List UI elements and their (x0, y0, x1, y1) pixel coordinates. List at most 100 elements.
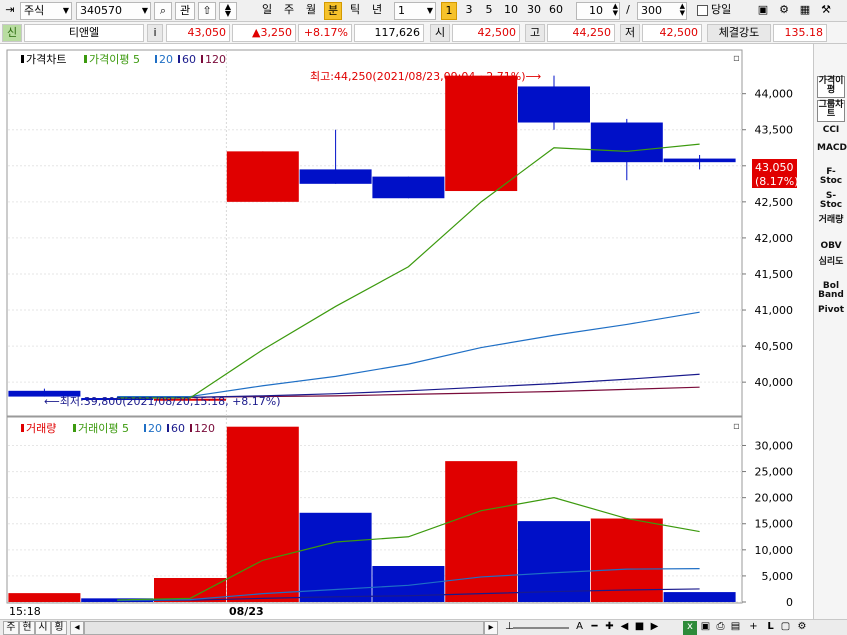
total-input[interactable]: 300 ▲ ▼ (637, 2, 687, 20)
config-icon[interactable]: ⚙ (795, 621, 809, 635)
go-first-icon[interactable]: ◀ (618, 621, 631, 635)
tools-icon[interactable]: ⚒ (817, 2, 835, 20)
count-value: 10 (589, 4, 603, 17)
indicator-pivot[interactable]: Pivot (817, 306, 845, 318)
text-tool-icon[interactable]: ▢ (779, 621, 792, 635)
chevron-down-icon: ▼ (426, 6, 433, 15)
period-tick[interactable]: 틱 (346, 2, 364, 20)
volume-tick-label: 5,000 (762, 570, 794, 583)
open-value: 42,500 (452, 24, 520, 42)
interval-5-button[interactable]: 5 (481, 2, 497, 20)
indicator-price-ma[interactable]: 가격이평 (817, 76, 845, 98)
interval-3-button[interactable]: 3 (461, 2, 477, 20)
period-week[interactable]: 주 (280, 2, 298, 20)
price-tick-label: 41,500 (755, 268, 794, 281)
indicator-icon[interactable]: ▦ (796, 2, 814, 20)
legend-volume-ma60: 60 (171, 422, 185, 435)
zoom-slider[interactable]: ⊥ (503, 621, 571, 635)
period-year[interactable]: 년 (368, 2, 386, 20)
strength-value: 135.18 (773, 24, 827, 42)
indicator-f-stoc[interactable]: F-Stoc (817, 168, 845, 188)
price-tick-label: 44,000 (755, 88, 794, 101)
chart-icon[interactable]: ▤ (729, 621, 742, 635)
period-minute[interactable]: 분 (324, 2, 342, 20)
indicator-s-stoc[interactable]: S-Stoc (817, 192, 845, 212)
info-button[interactable]: i (147, 24, 163, 42)
tab-ju[interactable]: 주 (3, 621, 19, 635)
indicator-macd[interactable]: MACD (817, 144, 847, 164)
candle-body (299, 169, 372, 184)
volume-tick-label: 15,000 (755, 518, 794, 531)
scroll-left-icon[interactable]: ◂ (70, 621, 84, 635)
current-price: 43,050 (166, 24, 230, 42)
volume-bar (445, 461, 518, 602)
market-select[interactable]: 주식 ▼ (20, 2, 72, 20)
indicator-psychology[interactable]: 심리도 (817, 258, 845, 280)
interval-select[interactable]: 1 ▼ (394, 2, 436, 20)
price-pane-close-icon[interactable]: ▫ (733, 53, 740, 64)
stock-code-value: 340570 (80, 4, 122, 17)
credit-badge: 신 (2, 24, 22, 42)
today-label: 당일 (711, 3, 732, 16)
indicator-volume[interactable]: 거래량 (817, 216, 845, 238)
total-stepper[interactable]: ▲ ▼ (680, 3, 685, 17)
gwan-button[interactable]: 관 (175, 2, 195, 20)
candle-body (445, 75, 518, 192)
volume-bar (518, 521, 590, 602)
scroll-right-icon[interactable]: ▸ (484, 621, 498, 635)
legend-price-ma5: 가격이평 5 (89, 53, 140, 66)
indicator-bollinger[interactable]: Bol Band (817, 282, 845, 302)
legend-price-ma20: 20 (159, 53, 173, 66)
interval-10-button[interactable]: 10 (501, 2, 521, 20)
arrow-up-circle-button[interactable]: ⇧ (198, 2, 216, 20)
indicator-obv[interactable]: OBV (817, 242, 845, 254)
price-legend: 가격차트 가격이평 5 20 60 120 (21, 53, 226, 66)
stock-code-input[interactable]: 340570 ▼ (76, 2, 151, 20)
low-label: 저 (620, 24, 640, 42)
legend-volume: 거래량 (26, 422, 56, 435)
tab-hyeon[interactable]: 현 (19, 621, 35, 635)
period-month[interactable]: 월 (302, 2, 320, 20)
market-select-value: 주식 (24, 4, 45, 17)
print-icon[interactable]: ⎙ (714, 621, 727, 635)
search-button[interactable]: ⌕ (154, 2, 172, 20)
settings-icon[interactable]: ⚙ (775, 2, 793, 20)
count-stepper[interactable]: ▲ ▼ (613, 3, 618, 17)
price-tick-label: 42,500 (755, 196, 794, 209)
zoom-in-icon[interactable]: ✚ (603, 621, 616, 635)
auto-icon[interactable]: A (573, 621, 586, 635)
candle-body (590, 122, 663, 163)
price-change-pct: +8.17% (298, 24, 352, 42)
legend-price-chart: 가격차트 (26, 53, 66, 66)
line-tool-icon[interactable]: L (764, 621, 777, 635)
tab-hoeng[interactable]: 횡 (51, 621, 67, 635)
excel-icon[interactable]: x (683, 621, 697, 635)
save-icon[interactable]: ▣ (699, 621, 712, 635)
indicator-cci[interactable]: CCI (817, 126, 845, 138)
tab-si[interactable]: 시 (35, 621, 51, 635)
count-input[interactable]: 10 ▲ ▼ (576, 2, 620, 20)
chart-area[interactable]: 44,00043,50043,00042,50042,00041,50041,0… (0, 44, 813, 619)
save-chart-icon[interactable]: ▣ (754, 2, 772, 20)
indicator-panel: 가격이평 그룹차트 CCI MACD F-Stoc S-Stoc 거래량 OBV… (813, 44, 847, 635)
price-tick-label: 40,500 (755, 340, 794, 353)
scrollbar-track[interactable] (84, 621, 484, 635)
link-icon[interactable]: ⇥ (3, 2, 17, 20)
interval-30-button[interactable]: 30 (524, 2, 544, 20)
zoom-out-icon[interactable]: ━ (588, 621, 601, 635)
open-label: 시 (430, 24, 450, 42)
go-last-icon[interactable]: ▶ (648, 621, 661, 635)
indicator-group-chart[interactable]: 그룹차트 (817, 100, 845, 122)
interval-1-button[interactable]: 1 (441, 2, 457, 20)
plus-icon[interactable]: + (747, 621, 760, 635)
stepper-button[interactable]: ▲ ▼ (219, 2, 237, 20)
last-pct-label: (8.17%) (755, 175, 799, 188)
volume-pane-close-icon[interactable]: ▫ (733, 421, 740, 432)
today-checkbox[interactable]: 당일 (697, 2, 745, 20)
volume-tick-label: 20,000 (755, 492, 794, 505)
checkbox-icon (697, 4, 708, 16)
interval-60-button[interactable]: 60 (546, 2, 566, 20)
period-day[interactable]: 일 (258, 2, 276, 20)
stop-icon[interactable]: ■ (633, 621, 646, 635)
x-axis-date-label: 08/23 (229, 605, 264, 618)
